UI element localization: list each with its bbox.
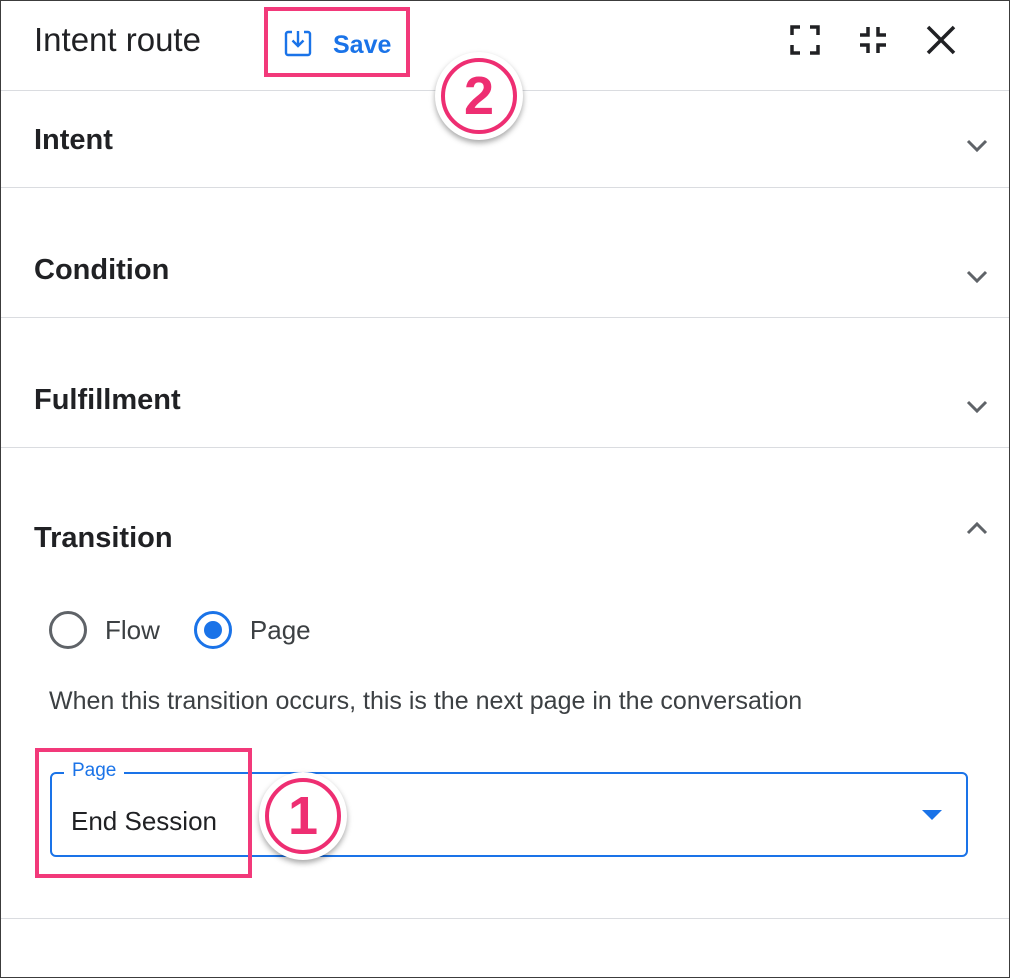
radio-label: Flow — [105, 614, 160, 645]
section-title: Fulfillment — [34, 384, 181, 416]
chevron-down-icon — [963, 262, 991, 290]
radio-button-checked[interactable] — [193, 611, 232, 649]
dropdown-arrow-icon[interactable] — [922, 810, 942, 820]
transition-type-radio-group: Flow Page — [49, 611, 345, 649]
chevron-up-icon — [963, 515, 991, 543]
highlight-box-save — [264, 7, 410, 77]
panel-title: Intent route — [34, 21, 201, 58]
section-title: Condition — [34, 254, 170, 286]
exit-fullscreen-icon[interactable] — [854, 21, 892, 59]
chevron-down-icon — [963, 131, 991, 159]
transition-description: When this transition occurs, this is the… — [49, 687, 803, 715]
radio-button-unchecked[interactable] — [49, 611, 87, 649]
step-1-badge: 1 — [259, 772, 347, 860]
step-2-number: 2 — [441, 58, 517, 134]
highlight-box-page — [35, 748, 252, 878]
radio-label: Page — [249, 614, 311, 645]
radio-page[interactable]: Page — [193, 611, 311, 649]
section-fulfillment[interactable]: Fulfillment — [1, 318, 1009, 448]
radio-flow[interactable]: Flow — [49, 611, 160, 649]
step-2-badge: 2 — [435, 52, 523, 140]
close-icon[interactable] — [922, 21, 960, 59]
section-title: Transition — [34, 522, 173, 554]
divider — [1, 918, 1009, 919]
section-condition[interactable]: Condition — [1, 188, 1009, 318]
fullscreen-icon[interactable] — [786, 21, 824, 59]
section-transition[interactable]: Transition — [1, 448, 1009, 588]
chevron-down-icon — [963, 392, 991, 420]
step-1-number: 1 — [265, 778, 341, 854]
section-title: Intent — [34, 124, 113, 156]
